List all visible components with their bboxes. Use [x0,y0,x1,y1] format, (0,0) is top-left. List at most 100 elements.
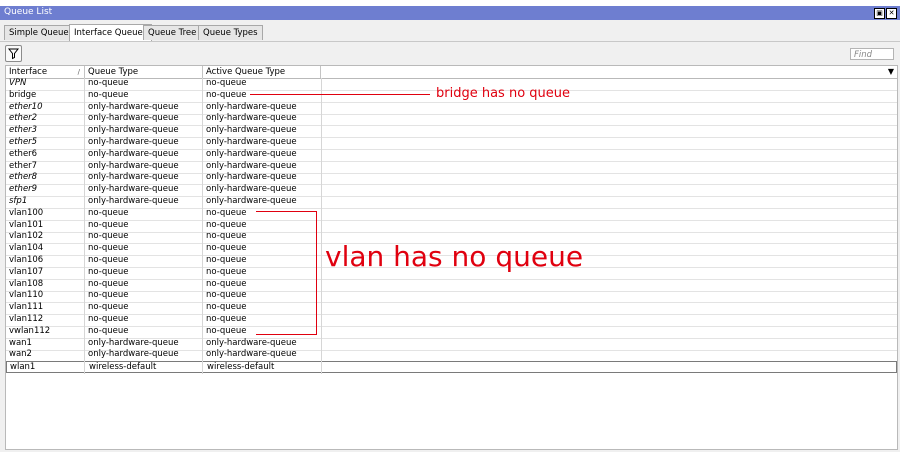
close-icon[interactable]: ✕ [886,8,897,19]
active-queue-type-cell: only-hardware-queue [206,113,297,124]
queue-type-cell: only-hardware-queue [88,137,179,147]
queue-type-cell: no-queue [88,302,129,313]
interface-cell: VPN [9,78,27,88]
active-queue-type-cell: no-queue [206,207,247,218]
active-queue-type-cell: no-queue [206,255,247,265]
active-queue-type-cell: no-queue [206,278,247,289]
queue-type-cell: no-queue [88,207,129,218]
vlan-annotation: vlan has no queue [325,240,584,273]
queue-type-cell: only-hardware-queue [88,148,179,159]
active-queue-type-cell: wireless-default [207,362,275,373]
active-queue-type-cell: only-hardware-queue [206,349,297,360]
interface-cell: ether7 [9,160,38,171]
queue-type-cell: only-hardware-queue [88,349,179,360]
tab-queue-tree[interactable]: Queue Tree [143,25,202,40]
bridge-annotation: bridge has no queue [436,86,571,101]
interface-cell: vlan101 [9,219,44,230]
active-queue-type-cell: no-queue [206,78,247,88]
interface-cell: wlan1 [10,362,36,373]
active-queue-type-cell: only-hardware-queue [206,184,297,195]
active-queue-type-cell: only-hardware-queue [206,337,297,348]
active-queue-type-cell: no-queue [206,302,247,313]
interface-cell: vlan100 [9,207,44,218]
vlan-bracket-top [256,211,317,212]
restore-icon[interactable]: ▣ [874,8,885,19]
queue-type-cell: only-hardware-queue [88,160,179,171]
active-queue-type-cell: only-hardware-queue [206,172,297,183]
filter-icon [7,48,20,60]
active-queue-type-cell: no-queue [206,89,247,100]
column-header-queue-type[interactable]: Queue Type [85,66,203,78]
queue-type-cell: no-queue [88,219,129,230]
sort-indicator-icon: / [77,68,80,76]
queue-type-cell: only-hardware-queue [88,172,179,183]
queue-type-cell: no-queue [88,231,129,242]
tab-interface-queues[interactable]: Interface Queues [69,24,153,41]
active-queue-type-cell: only-hardware-queue [206,101,297,112]
bridge-annotation-line [250,94,430,95]
interface-cell: vlan106 [9,255,44,265]
column-header-interface[interactable]: Interface / [6,66,85,78]
interface-cell: vlan104 [9,243,44,254]
queue-type-cell: only-hardware-queue [88,101,179,112]
active-queue-type-cell: only-hardware-queue [206,196,297,206]
queue-type-cell: only-hardware-queue [88,337,179,348]
interface-cell: vlan102 [9,231,44,242]
active-queue-type-cell: only-hardware-queue [206,125,297,136]
active-queue-type-cell: no-queue [206,243,247,254]
vlan-bracket-side [316,211,317,334]
interface-cell: ether8 [9,172,38,183]
interface-cell: wan2 [9,349,32,360]
toolbar: Find [0,41,900,64]
tab-simple-queues[interactable]: Simple Queues [4,25,79,40]
queue-type-cell: no-queue [88,243,129,254]
active-queue-type-cell: only-hardware-queue [206,148,297,159]
queue-type-cell: only-hardware-queue [88,184,179,195]
interface-cell: vwlan112 [9,325,51,336]
table-row[interactable]: wlan1 wireless-default wireless-default [6,361,897,374]
queue-type-cell: no-queue [88,325,129,336]
column-dropdown-icon[interactable]: ▼ [888,67,894,76]
window-titlebar[interactable]: Queue List ▣ ✕ [0,6,900,20]
interface-cell: vlan111 [9,302,44,313]
queue-type-cell: wireless-default [89,362,157,373]
interface-cell: ether10 [9,101,43,112]
interface-cell: ether3 [9,125,38,136]
active-queue-type-cell: no-queue [206,314,247,324]
active-queue-type-cell: no-queue [206,219,247,230]
interface-cell: wan1 [9,337,32,348]
active-queue-type-cell: no-queue [206,290,247,301]
vlan-bracket-bottom [256,334,317,335]
interface-cell: vlan107 [9,266,44,277]
queue-type-cell: only-hardware-queue [88,196,179,206]
queue-type-cell: no-queue [88,255,129,265]
column-header-active-queue-type[interactable]: Active Queue Type [203,66,321,78]
interface-cell: vlan112 [9,314,44,324]
column-divider [321,78,322,374]
interface-cell: vlan110 [9,290,44,301]
queue-type-cell: no-queue [88,266,129,277]
queue-type-cell: no-queue [88,278,129,289]
queue-type-cell: no-queue [88,290,129,301]
interface-cell: bridge [9,89,37,100]
interface-cell: sfp1 [9,196,28,206]
queue-type-cell: no-queue [88,78,129,88]
column-divider [202,78,203,374]
tab-queue-types[interactable]: Queue Types [198,25,263,40]
active-queue-type-cell: only-hardware-queue [206,160,297,171]
active-queue-type-cell: no-queue [206,325,247,336]
queue-type-cell: no-queue [88,314,129,324]
active-queue-type-cell: no-queue [206,231,247,242]
queue-type-cell: only-hardware-queue [88,113,179,124]
active-queue-type-cell: no-queue [206,266,247,277]
window-title: Queue List [4,7,53,17]
interface-cell: ether9 [9,184,38,195]
interface-cell: ether6 [9,148,38,159]
filter-button[interactable] [5,45,22,62]
interface-cell: ether5 [9,137,38,147]
interface-cell: vlan108 [9,278,44,289]
find-input[interactable]: Find [850,48,894,60]
queue-type-cell: only-hardware-queue [88,125,179,136]
column-divider [84,78,85,374]
active-queue-type-cell: only-hardware-queue [206,137,297,147]
